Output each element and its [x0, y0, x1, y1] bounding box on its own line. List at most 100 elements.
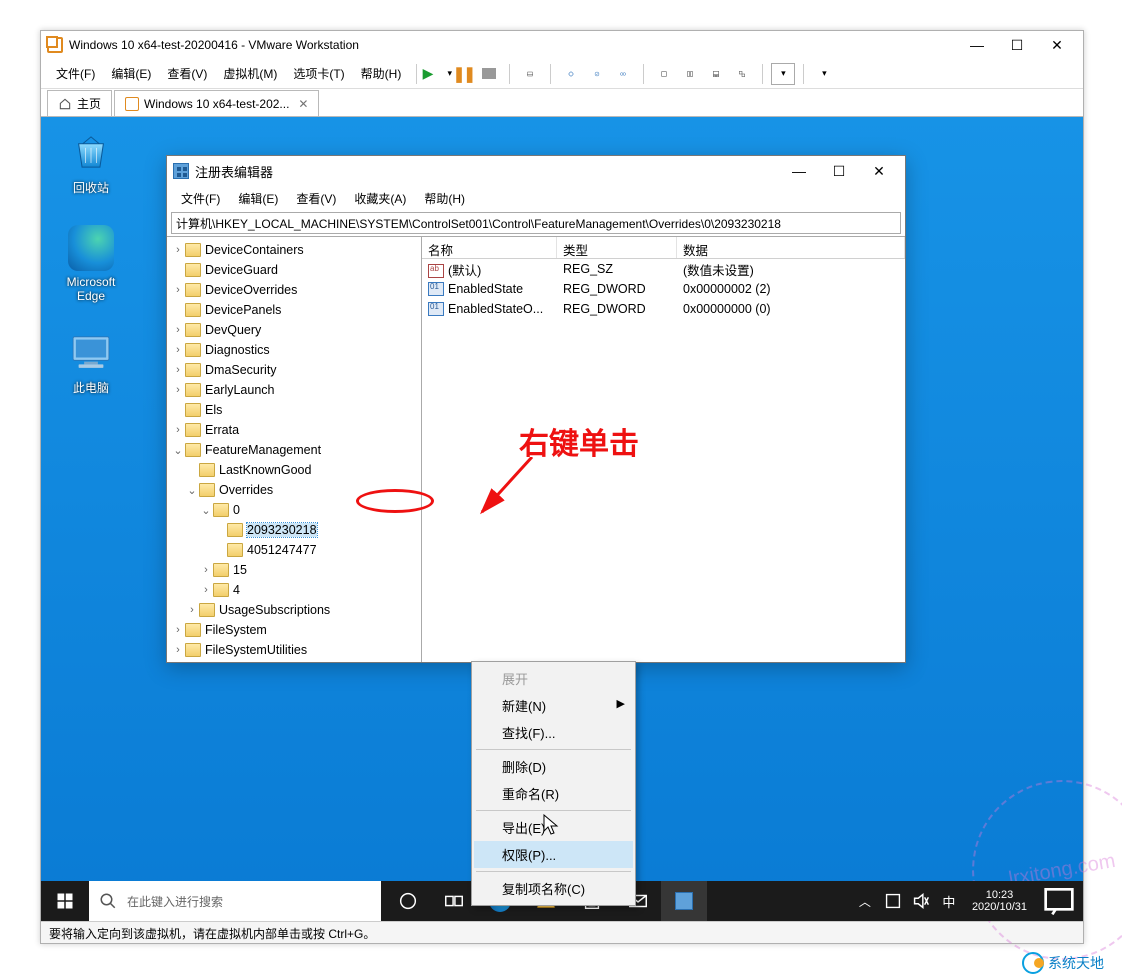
tree-item[interactable]: DevQuery [205, 323, 261, 337]
taskbar-search[interactable]: 在此键入进行搜索 [89, 881, 381, 921]
tray-volume[interactable] [910, 890, 932, 912]
regedit-icon [173, 163, 189, 179]
tab-home[interactable]: 主页 [47, 90, 112, 116]
fullscreen-button[interactable]: ▾ [771, 63, 795, 85]
tree-item[interactable]: FeatureManagement [205, 443, 321, 457]
value-row[interactable]: EnabledStateREG_DWORD0x00000002 (2) [422, 279, 905, 299]
tray-ime[interactable]: 中 [938, 890, 960, 912]
tray-clock[interactable]: 10:23 2020/10/31 [966, 889, 1033, 913]
tree-item-selected[interactable]: 2093230218 [247, 523, 317, 537]
desktop-icon-edge[interactable]: Microsoft Edge [55, 225, 127, 303]
snapshot-revert-icon[interactable] [585, 63, 609, 85]
search-placeholder: 在此键入进行搜索 [127, 893, 223, 910]
regedit-close-button[interactable]: ✕ [859, 157, 899, 185]
pause-button[interactable]: ❚❚ [451, 63, 475, 85]
col-type[interactable]: 类型 [557, 237, 677, 258]
snapshot-take-icon[interactable] [559, 63, 583, 85]
ctx-permissions[interactable]: 权限(P)... [474, 841, 633, 868]
desktop-icon-recycle[interactable]: 回收站 [55, 129, 127, 196]
view-tiled-icon[interactable] [678, 63, 702, 85]
annotation-arrow [477, 457, 537, 527]
action-center[interactable] [1039, 881, 1079, 921]
minimize-button[interactable]: — [957, 31, 997, 59]
tab-close-icon[interactable]: ✕ [298, 97, 308, 111]
unity-icon[interactable] [730, 63, 754, 85]
start-button[interactable] [41, 881, 89, 921]
cortana-button[interactable] [385, 881, 431, 921]
stretch-button[interactable]: ▾ [812, 63, 836, 85]
stop-button[interactable] [477, 63, 501, 85]
values-header: 名称 类型 数据 [422, 237, 905, 259]
power-dropdown-button[interactable]: ▶▾ [425, 63, 449, 85]
tree-item[interactable]: 4 [233, 583, 240, 597]
tree-item[interactable]: Errata [205, 423, 239, 437]
re-menu-fav[interactable]: 收藏夹(A) [346, 188, 414, 209]
tree-item[interactable]: Diagnostics [205, 343, 270, 357]
guest-desktop[interactable]: 回收站 Microsoft Edge 此电脑 注册表编辑器 — ☐ ✕ [41, 117, 1083, 921]
annotation-label: 右键单击 [519, 419, 639, 463]
menu-help[interactable]: 帮助(H) [354, 62, 409, 85]
tree-item[interactable]: UsageSubscriptions [219, 603, 330, 617]
tree-item[interactable]: DeviceContainers [205, 243, 304, 257]
recycle-bin-icon [68, 129, 114, 175]
tab-vm[interactable]: Windows 10 x64-test-202... ✕ [114, 90, 319, 116]
tray-vmtools[interactable] [882, 890, 904, 912]
regedit-address[interactable]: 计算机\HKEY_LOCAL_MACHINE\SYSTEM\ControlSet… [171, 212, 901, 234]
re-menu-edit[interactable]: 编辑(E) [230, 188, 286, 209]
menu-tabs[interactable]: 选项卡(T) [286, 62, 351, 85]
re-menu-file[interactable]: 文件(F) [173, 188, 228, 209]
tree-item[interactable]: 15 [233, 563, 247, 577]
tree-item[interactable]: FileSystem [205, 623, 267, 637]
vmware-tabstrip: 主页 Windows 10 x64-test-202... ✕ [41, 89, 1083, 117]
view-thumbnail-icon[interactable] [704, 63, 728, 85]
pc-label: 此电脑 [55, 379, 127, 396]
tree-item[interactable]: 0 [233, 503, 240, 517]
regedit-min-button[interactable]: — [779, 157, 819, 185]
taskbar-regedit[interactable] [661, 881, 707, 921]
value-row[interactable]: (默认)REG_SZ(数值未设置) [422, 259, 905, 279]
menu-view[interactable]: 查看(V) [160, 62, 214, 85]
tree-item[interactable]: Els [205, 403, 222, 417]
menu-vm[interactable]: 虚拟机(M) [216, 62, 284, 85]
ctx-copy-key-name[interactable]: 复制项名称(C) [474, 875, 633, 902]
tree-item[interactable]: DeviceOverrides [205, 283, 297, 297]
vmware-statusbar: 要将输入定向到该虚拟机，请在虚拟机内部单击或按 Ctrl+G。 [41, 921, 1083, 943]
ctx-delete[interactable]: 删除(D) [474, 753, 633, 780]
tree-item[interactable]: 4051247477 [247, 543, 317, 557]
re-menu-view[interactable]: 查看(V) [288, 188, 344, 209]
clock-time: 10:23 [972, 889, 1027, 901]
close-button[interactable]: ✕ [1037, 31, 1077, 59]
tree-item[interactable]: DeviceGuard [205, 263, 278, 277]
string-value-icon [428, 264, 444, 278]
tray-overflow[interactable]: ︿ [854, 890, 876, 912]
tree-item[interactable]: DmaSecurity [205, 363, 277, 377]
tree-item[interactable]: FileSystemUtilities [205, 643, 307, 657]
col-data[interactable]: 数据 [677, 237, 905, 258]
menu-edit[interactable]: 编辑(E) [104, 62, 158, 85]
tree-item[interactable]: Overrides [219, 483, 273, 497]
view-single-icon[interactable] [652, 63, 676, 85]
registry-tree[interactable]: ›DeviceContainers DeviceGuard ›DeviceOve… [167, 237, 422, 662]
tree-item[interactable]: EarlyLaunch [205, 383, 275, 397]
value-row[interactable]: EnabledStateO...REG_DWORD0x00000000 (0) [422, 299, 905, 319]
ctx-new[interactable]: 新建(N)▶ [474, 692, 633, 719]
ctx-rename[interactable]: 重命名(R) [474, 780, 633, 807]
vmware-menubar: 文件(F) 编辑(E) 查看(V) 虚拟机(M) 选项卡(T) 帮助(H) ▶▾… [41, 59, 1083, 89]
clock-date: 2020/10/31 [972, 901, 1027, 913]
vmware-title-text: Windows 10 x64-test-20200416 - VMware Wo… [69, 38, 359, 52]
menu-file[interactable]: 文件(F) [49, 62, 102, 85]
re-menu-help[interactable]: 帮助(H) [416, 188, 473, 209]
regedit-max-button[interactable]: ☐ [819, 157, 859, 185]
snapshot-manage-icon[interactable] [611, 63, 635, 85]
desktop-icon-pc[interactable]: 此电脑 [55, 329, 127, 396]
snapshot-button[interactable] [518, 63, 542, 85]
col-name[interactable]: 名称 [422, 237, 557, 258]
tree-item[interactable]: LastKnownGood [219, 463, 311, 477]
ctx-find[interactable]: 查找(F)... [474, 719, 633, 746]
maximize-button[interactable]: ☐ [997, 31, 1037, 59]
tree-item[interactable]: DevicePanels [205, 303, 281, 317]
regedit-menubar: 文件(F) 编辑(E) 查看(V) 收藏夹(A) 帮助(H) [167, 186, 905, 210]
vm-tab-icon [125, 97, 139, 111]
dword-value-icon [428, 282, 444, 296]
ctx-expand: 展开 [474, 665, 633, 692]
